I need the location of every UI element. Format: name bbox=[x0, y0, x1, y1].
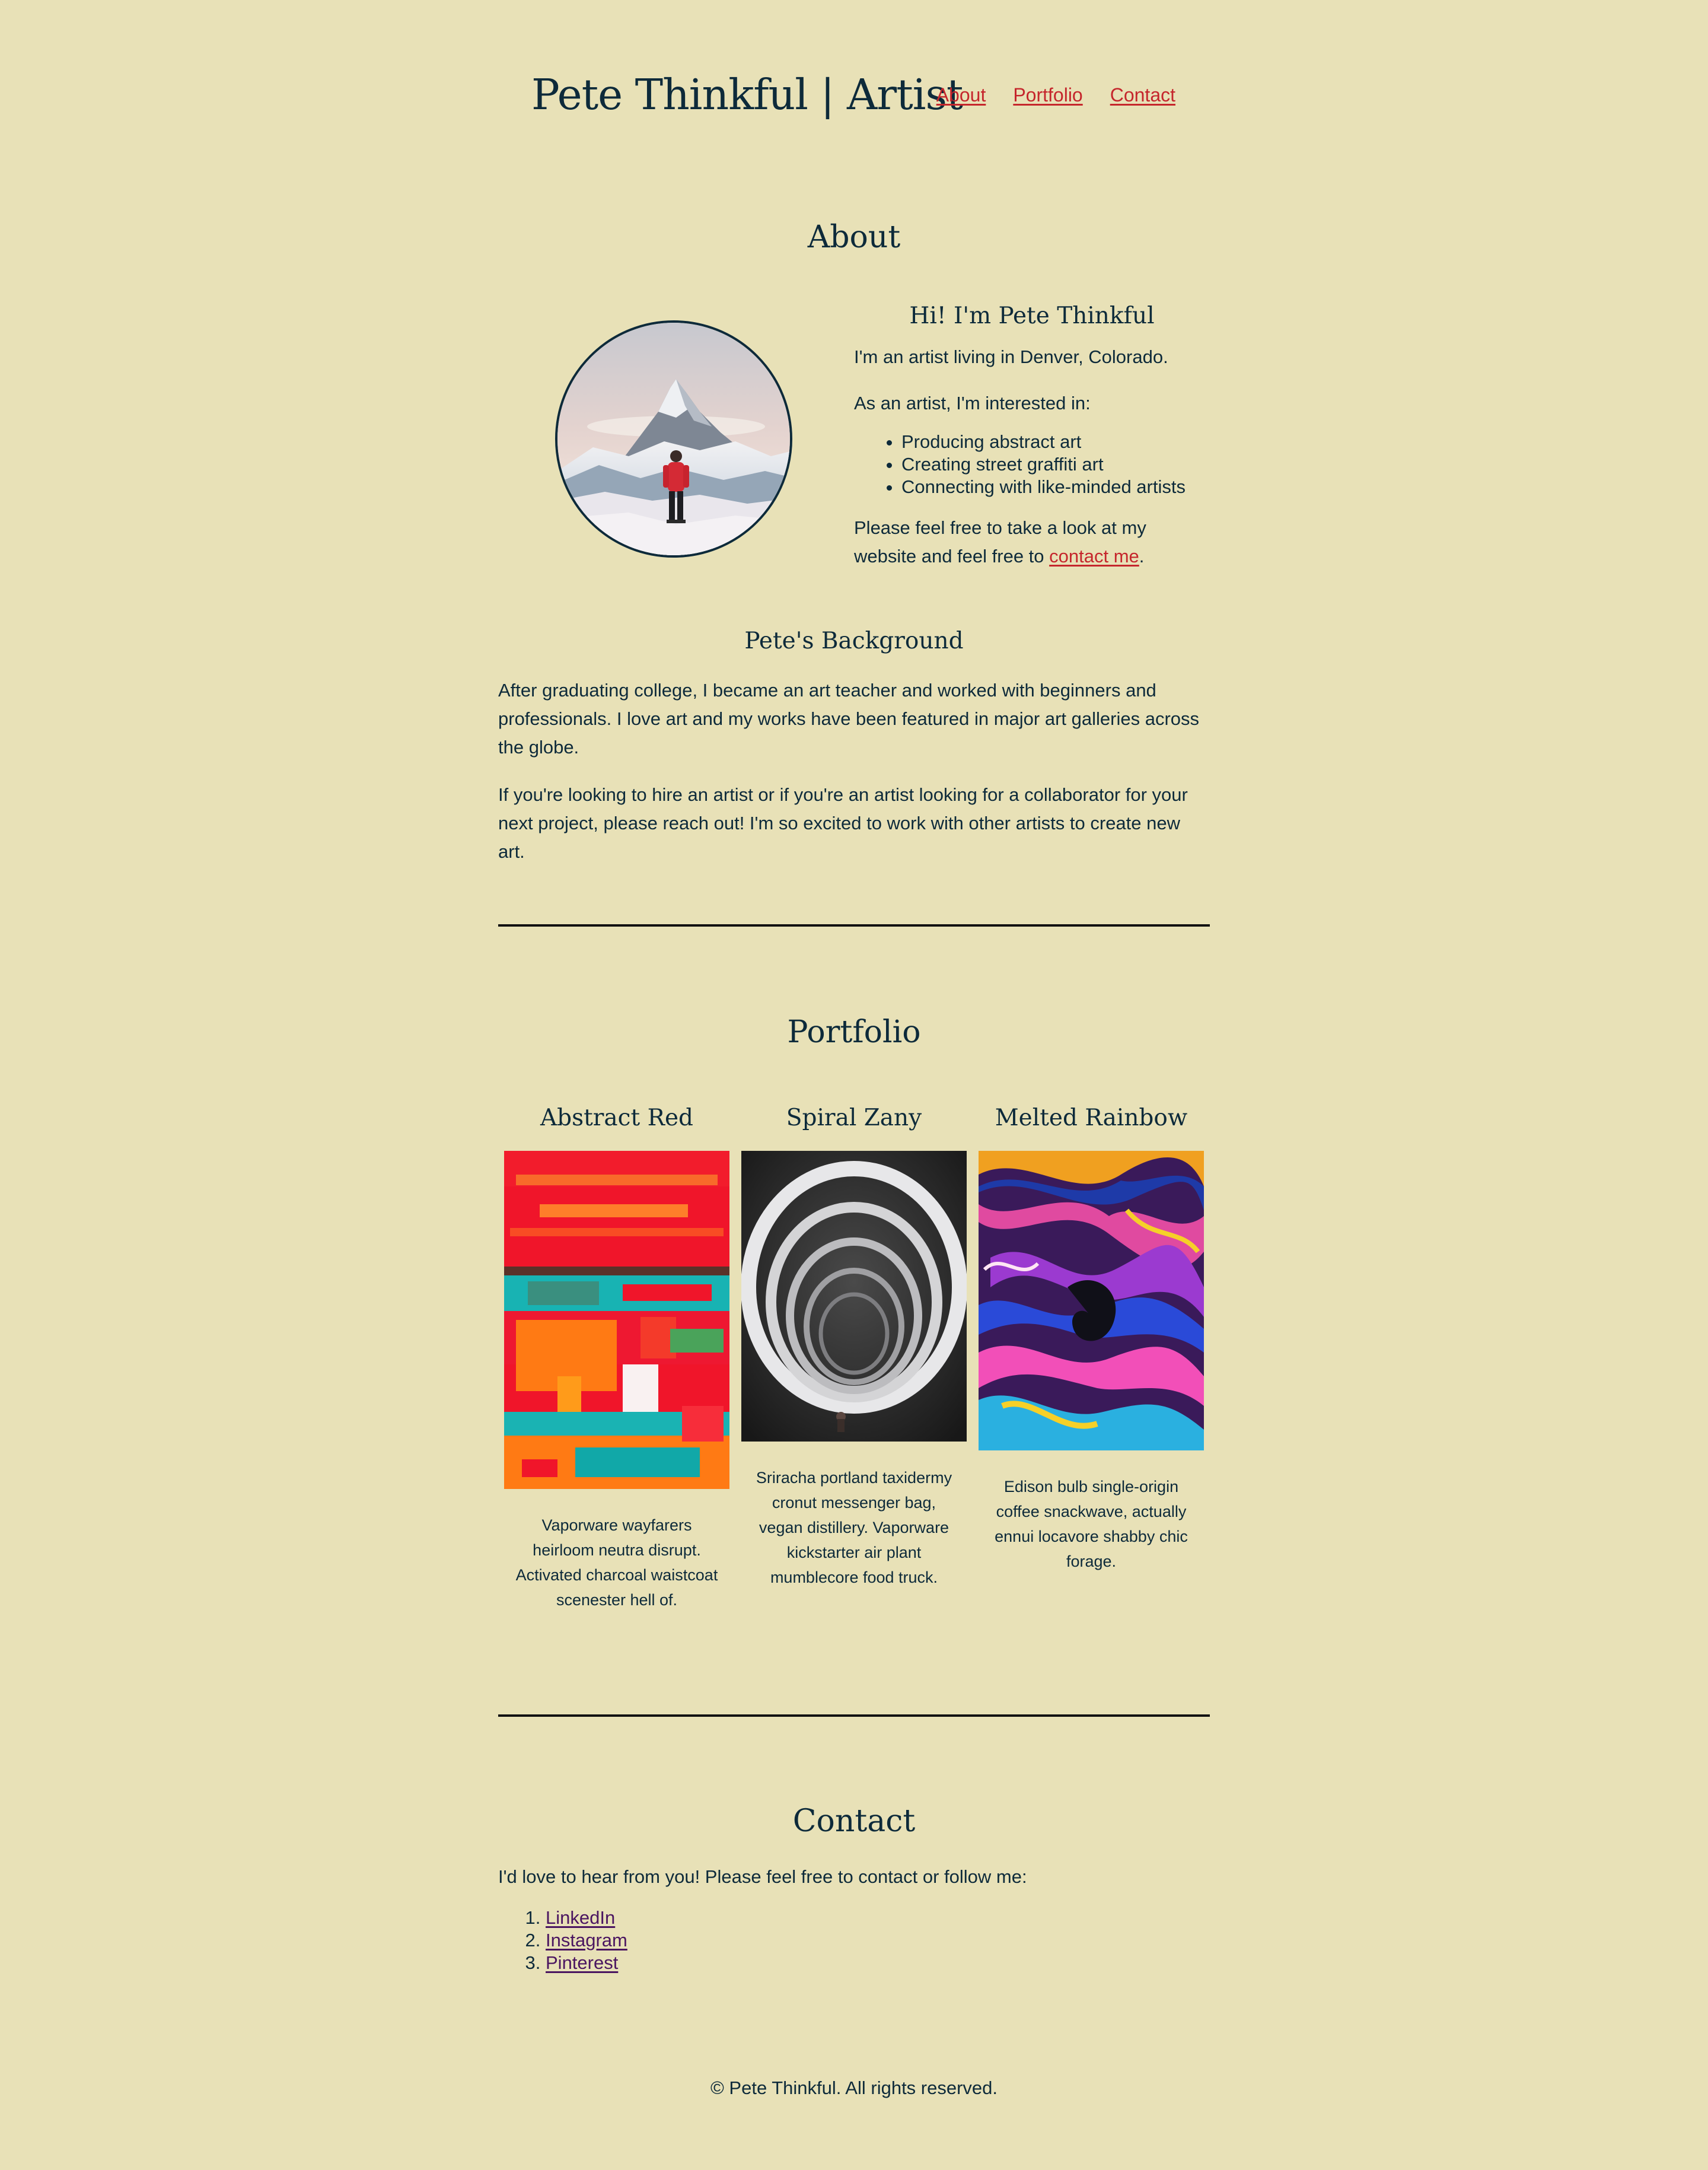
interests-list: Producing abstract art Creating street g… bbox=[854, 431, 1210, 498]
background-heading: Pete's Background bbox=[744, 628, 964, 654]
nav-link-contact[interactable]: Contact bbox=[1110, 84, 1175, 106]
list-item: Creating street graffiti art bbox=[901, 453, 1210, 476]
about-heading: About bbox=[807, 219, 901, 255]
main-nav: About Portfolio Contact bbox=[936, 59, 1175, 131]
portfolio-item-title: Abstract Red bbox=[540, 1105, 694, 1131]
portfolio-item-description: Sriracha portland taxidermy cronut messe… bbox=[756, 1469, 952, 1586]
contact-intro: I'd love to hear from you! Please feel f… bbox=[498, 1866, 1027, 1887]
melted-rainbow-image bbox=[979, 1151, 1204, 1450]
cta-text-after: . bbox=[1139, 546, 1145, 567]
portfolio-item-description: Vaporware wayfarers heirloom neutra disr… bbox=[515, 1516, 718, 1609]
background-text: After graduating college, I became an ar… bbox=[498, 676, 1210, 885]
list-item: Producing abstract art bbox=[901, 431, 1210, 453]
avatar bbox=[555, 320, 792, 558]
instagram-link[interactable]: Instagram bbox=[546, 1930, 627, 1951]
site-header: Pete Thinkful | Artist About Portfolio C… bbox=[498, 59, 1210, 131]
mountain-photo bbox=[557, 323, 790, 555]
contact-heading: Contact bbox=[792, 1803, 916, 1839]
nav-link-about[interactable]: About bbox=[936, 84, 986, 106]
social-links-list: LinkedIn Instagram Pinterest bbox=[498, 1907, 627, 1974]
section-divider bbox=[498, 924, 1210, 927]
list-item: Connecting with like-minded artists bbox=[901, 476, 1210, 498]
background-paragraph-1: After graduating college, I became an ar… bbox=[498, 680, 1200, 758]
linkedin-link[interactable]: LinkedIn bbox=[546, 1907, 615, 1928]
cta-text: Please feel free to take a look at my we… bbox=[854, 514, 1210, 571]
background-paragraph-2: If you're looking to hire an artist or i… bbox=[498, 784, 1188, 862]
portfolio-item-melted-rainbow: Melted Rainbow Edison bulb single-origin… bbox=[979, 1097, 1204, 1574]
abstract-red-image bbox=[504, 1151, 729, 1489]
portfolio-heading: Portfolio bbox=[787, 1014, 921, 1050]
site-footer: © Pete Thinkful. All rights reserved. bbox=[710, 2077, 998, 2098]
intro-text: I'm an artist living in Denver, Colorado… bbox=[854, 346, 1168, 367]
about-intro: Hi! I'm Pete Thinkful I'm an artist livi… bbox=[854, 295, 1210, 588]
interests-lead: As an artist, I'm interested in: bbox=[854, 393, 1091, 413]
portfolio-item-abstract-red: Abstract Red Vaporware wayfarers heirloo… bbox=[504, 1097, 729, 1612]
list-item: LinkedIn bbox=[546, 1907, 627, 1929]
spiral-zany-image bbox=[741, 1151, 967, 1442]
portfolio-item-spiral-zany: Spiral Zany Sriracha portland taxidermy … bbox=[741, 1097, 967, 1590]
site-title: Pete Thinkful | Artist bbox=[531, 70, 963, 119]
nav-link-portfolio[interactable]: Portfolio bbox=[1013, 84, 1082, 106]
greeting-heading: Hi! I'm Pete Thinkful bbox=[909, 303, 1155, 329]
portfolio-item-description: Edison bulb single-origin coffee snackwa… bbox=[995, 1478, 1188, 1570]
pinterest-link[interactable]: Pinterest bbox=[546, 1952, 618, 1973]
list-item: Instagram bbox=[546, 1929, 627, 1952]
section-divider bbox=[498, 1714, 1210, 1717]
portfolio-item-title: Melted Rainbow bbox=[995, 1105, 1188, 1131]
list-item: Pinterest bbox=[546, 1952, 627, 1974]
portfolio-item-title: Spiral Zany bbox=[786, 1105, 922, 1131]
contact-me-link[interactable]: contact me bbox=[1049, 546, 1139, 567]
